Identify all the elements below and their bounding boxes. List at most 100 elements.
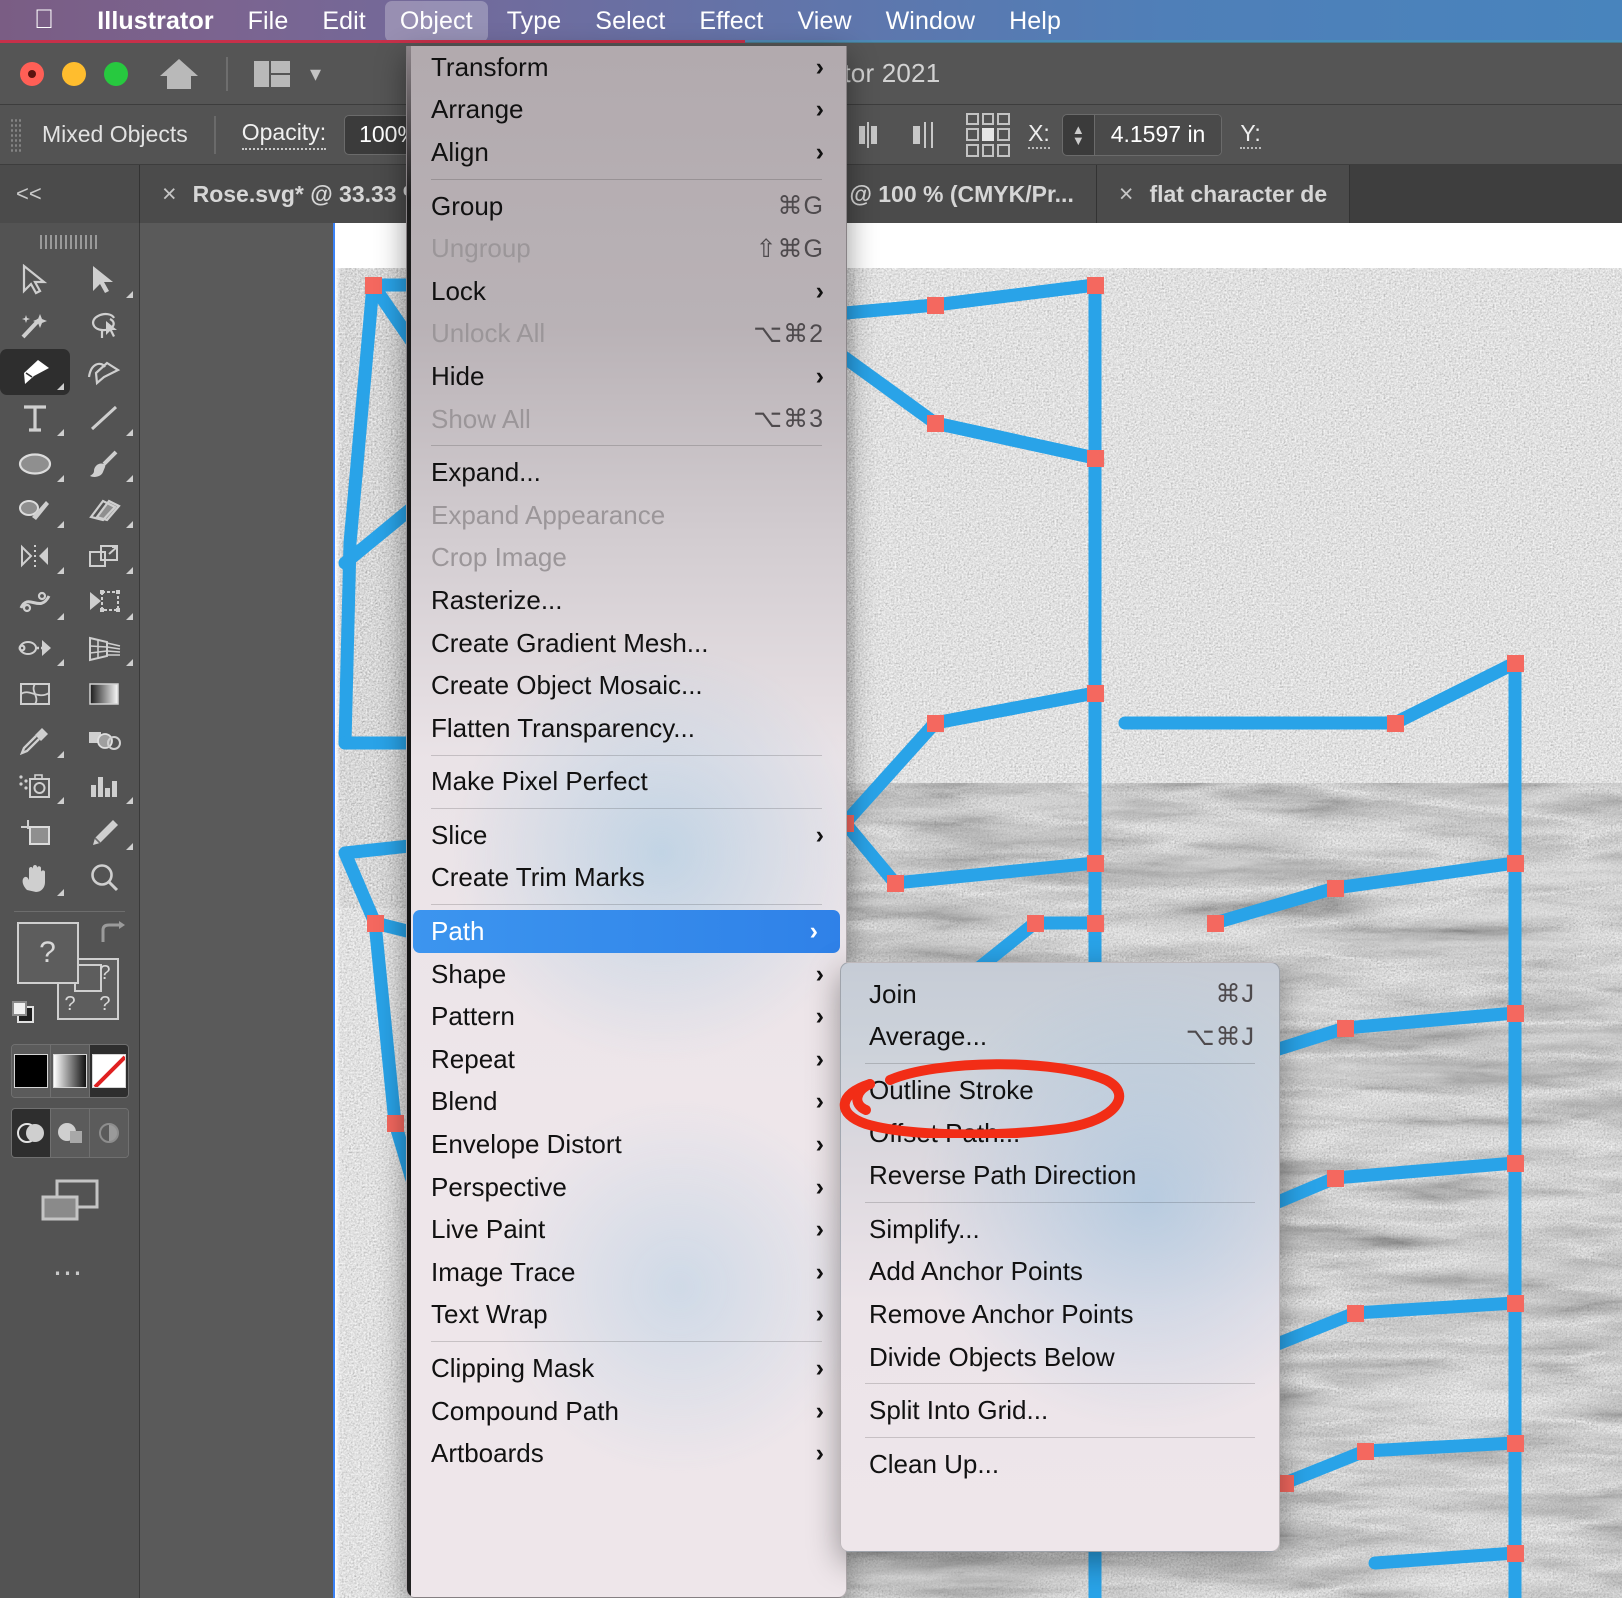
symbol-sprayer-tool-icon[interactable]	[0, 763, 70, 809]
object-menu-item-align[interactable]: Align ›	[407, 131, 846, 174]
magic-wand-tool-icon[interactable]	[0, 303, 70, 349]
fill-swatch[interactable]: ?	[16, 922, 79, 984]
scale-tool-icon[interactable]	[70, 533, 140, 579]
tab-close-icon[interactable]: ×	[162, 180, 177, 209]
object-menu-item-create-trim-marks[interactable]: Create Trim Marks	[407, 857, 846, 900]
object-menu-item-compound-path[interactable]: Compound Path ›	[407, 1390, 846, 1433]
object-menu-item-repeat[interactable]: Repeat ›	[407, 1038, 846, 1081]
menubar-item-select[interactable]: Select	[580, 1, 680, 42]
color-swatch-black[interactable]	[11, 1045, 51, 1097]
blend-tool-icon[interactable]	[70, 717, 140, 763]
free-transform-tool-icon[interactable]	[70, 579, 140, 625]
gradient-swatch[interactable]	[50, 1045, 90, 1097]
reflect-tool-icon[interactable]	[0, 533, 70, 579]
mesh-tool-icon[interactable]	[0, 671, 70, 717]
object-menu-item-arrange[interactable]: Arrange ›	[407, 89, 846, 132]
object-menu-item-image-trace[interactable]: Image Trace ›	[407, 1251, 846, 1294]
width-tool-icon[interactable]	[0, 579, 70, 625]
apple-logo-icon[interactable]: 	[34, 6, 54, 33]
type-tool-icon[interactable]	[0, 395, 70, 441]
paintbrush-tool-icon[interactable]	[70, 441, 140, 487]
selection-tool-icon[interactable]	[0, 257, 70, 303]
stepper-arrows-icon[interactable]: ▲ ▼	[1063, 123, 1094, 147]
tab-close-icon[interactable]: ×	[1119, 180, 1134, 209]
path-submenu-item-remove-anchor-points[interactable]: Remove Anchor Points	[841, 1293, 1279, 1336]
object-menu-item-clipping-mask[interactable]: Clipping Mask ›	[407, 1347, 846, 1390]
path-submenu-item-split-into-grid[interactable]: Split Into Grid...	[841, 1389, 1279, 1432]
object-menu-item-create-gradient-mesh[interactable]: Create Gradient Mesh...	[407, 622, 846, 665]
object-menu-item-expand[interactable]: Expand...	[407, 451, 846, 494]
object-menu-item-create-object-mosaic[interactable]: Create Object Mosaic...	[407, 664, 846, 707]
draw-inside-icon[interactable]	[89, 1109, 128, 1157]
zoom-tool-icon[interactable]	[70, 855, 140, 901]
path-submenu-item-clean-up[interactable]: Clean Up...	[841, 1443, 1279, 1486]
path-submenu-item-average[interactable]: Average... ⌥⌘J	[841, 1016, 1279, 1059]
line-segment-tool-icon[interactable]	[70, 395, 140, 441]
object-menu-dropdown[interactable]: Transform › Arrange › Align › Group ⌘G Ungroup ⇧⌘…	[406, 46, 847, 1598]
column-graph-tool-icon[interactable]	[70, 763, 140, 809]
ellipse-tool-icon[interactable]	[0, 441, 70, 487]
eraser-tool-icon[interactable]	[70, 487, 140, 533]
menubar-item-window[interactable]: Window	[871, 1, 991, 42]
object-menu-item-path[interactable]: Path ›	[413, 910, 840, 953]
object-menu-item-make-pixel-perfect[interactable]: Make Pixel Perfect	[407, 761, 846, 804]
none-swatch[interactable]	[89, 1045, 128, 1097]
shaper-tool-icon[interactable]	[0, 487, 70, 533]
path-submenu-item-simplify[interactable]: Simplify...	[841, 1208, 1279, 1251]
path-submenu-item-join[interactable]: Join ⌘J	[841, 973, 1279, 1016]
menubar-item-edit[interactable]: Edit	[307, 1, 380, 42]
lasso-tool-icon[interactable]	[70, 303, 140, 349]
menubar-item-effect[interactable]: Effect	[684, 1, 778, 42]
path-submenu-item-reverse-path-direction[interactable]: Reverse Path Direction	[841, 1154, 1279, 1197]
object-menu-item-text-wrap[interactable]: Text Wrap ›	[407, 1294, 846, 1337]
object-menu-item-perspective[interactable]: Perspective ›	[407, 1166, 846, 1209]
reference-point-grid-icon[interactable]	[966, 112, 1011, 157]
tools-panel-grip[interactable]	[39, 235, 100, 249]
perspective-grid-tool-icon[interactable]	[70, 625, 140, 671]
object-menu-item-shape[interactable]: Shape ›	[407, 953, 846, 996]
opacity-label[interactable]: Opacity:	[241, 119, 327, 150]
menubar-item-file[interactable]: File	[233, 1, 304, 42]
object-menu-item-transform[interactable]: Transform ›	[407, 46, 846, 89]
object-menu-item-flatten-transparency[interactable]: Flatten Transparency...	[407, 707, 846, 750]
eyedropper-tool-icon[interactable]	[0, 717, 70, 763]
object-menu-item-envelope-distort[interactable]: Envelope Distort ›	[407, 1123, 846, 1166]
menubar-item-illustrator[interactable]: Illustrator	[82, 1, 228, 42]
pen-tool-icon[interactable]	[0, 349, 70, 395]
path-submenu-item-add-anchor-points[interactable]: Add Anchor Points	[841, 1251, 1279, 1294]
x-coordinate-input[interactable]: ▲ ▼ 4.1597 in	[1061, 113, 1223, 156]
object-menu-item-hide[interactable]: Hide ›	[407, 355, 846, 398]
draw-normal-icon[interactable]	[11, 1109, 51, 1157]
hand-tool-icon[interactable]	[0, 855, 70, 901]
path-submenu-item-offset-path[interactable]: Offset Path...	[841, 1112, 1279, 1155]
object-menu-item-blend[interactable]: Blend ›	[407, 1081, 846, 1124]
object-menu-item-rasterize[interactable]: Rasterize...	[407, 579, 846, 622]
x-coordinate-value[interactable]: 4.1597 in	[1093, 114, 1222, 155]
gradient-tool-icon[interactable]	[70, 671, 140, 717]
shape-builder-tool-icon[interactable]	[0, 625, 70, 671]
object-menu-item-lock[interactable]: Lock ›	[407, 270, 846, 313]
draw-behind-icon[interactable]	[50, 1109, 90, 1157]
path-submenu-item-divide-objects-below[interactable]: Divide Objects Below	[841, 1336, 1279, 1379]
path-submenu-item-outline-stroke[interactable]: Outline Stroke	[841, 1069, 1279, 1112]
menubar-item-type[interactable]: Type	[492, 1, 577, 42]
path-submenu[interactable]: Join ⌘J Average... ⌥⌘J Outline Stroke Offset …	[840, 962, 1280, 1552]
distribute-horizontal-right-icon[interactable]	[906, 117, 942, 153]
object-menu-item-group[interactable]: Group ⌘G	[407, 185, 846, 228]
swap-fill-stroke-icon[interactable]	[97, 920, 127, 948]
slice-tool-icon[interactable]	[70, 809, 140, 855]
curvature-tool-icon[interactable]	[70, 349, 140, 395]
panel-collapse-button[interactable]: <<	[0, 165, 140, 223]
menubar-item-object[interactable]: Object	[384, 0, 488, 42]
distribute-horizontal-center-icon[interactable]	[851, 117, 887, 153]
edit-toolbar-dots-icon[interactable]: ⋯	[0, 1256, 139, 1291]
artboard-tool-icon[interactable]	[0, 809, 70, 855]
direct-selection-tool-icon[interactable]	[70, 257, 140, 303]
default-fill-stroke-icon[interactable]	[11, 1000, 39, 1026]
object-menu-item-artboards[interactable]: Artboards ›	[407, 1432, 846, 1475]
object-menu-item-slice[interactable]: Slice ›	[407, 814, 846, 857]
control-bar-grip[interactable]	[10, 117, 22, 152]
document-tab[interactable]: × flat character de	[1096, 165, 1351, 223]
object-menu-item-pattern[interactable]: Pattern ›	[407, 995, 846, 1038]
menubar-item-help[interactable]: Help	[994, 1, 1076, 42]
